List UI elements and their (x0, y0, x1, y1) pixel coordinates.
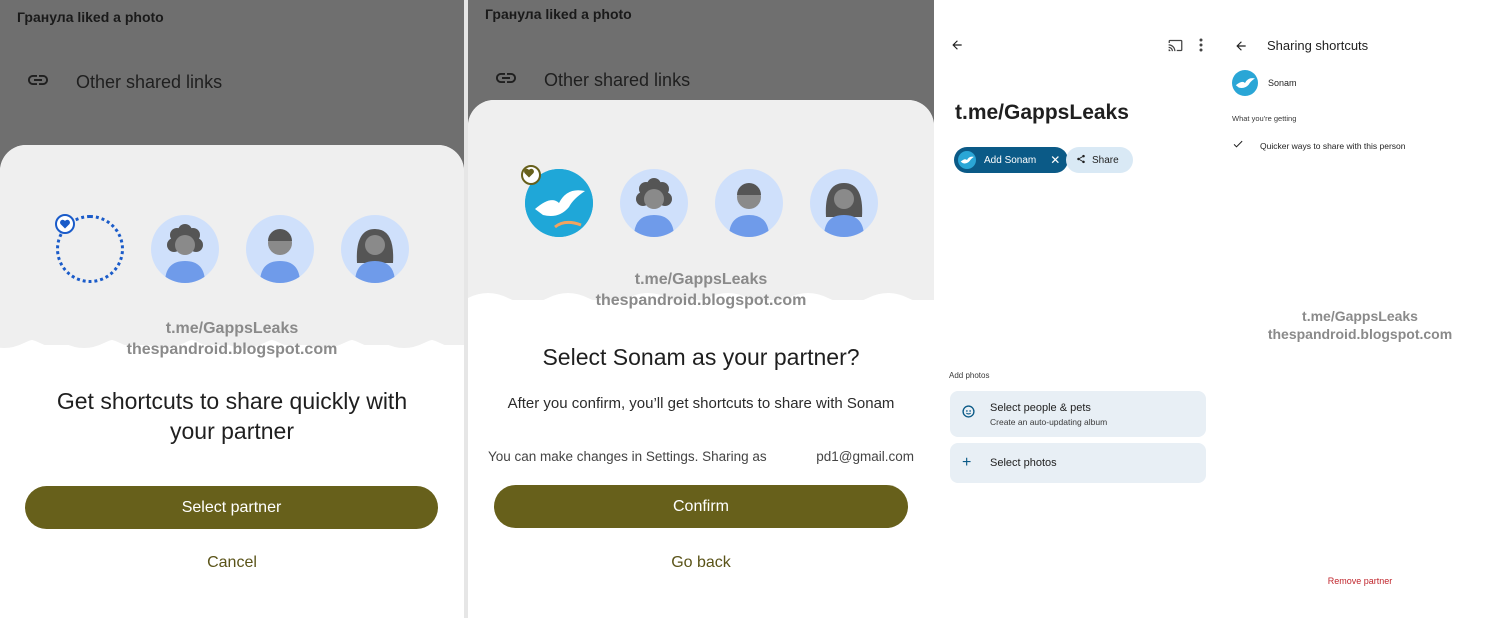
screen-get-shortcuts: Гранула liked a photo Other shared links (0, 0, 464, 618)
close-icon[interactable]: ✕ (1050, 153, 1060, 167)
share-icon (1076, 154, 1086, 167)
bottom-sheet: t.me/GappsLeaks thespandroid.blogspot.co… (0, 145, 464, 618)
partner-avatars (468, 165, 934, 237)
check-icon (1232, 137, 1244, 155)
benefit-row: Quicker ways to share with this person (1232, 137, 1406, 155)
share-label: Share (1092, 154, 1119, 166)
watermark-line-1: t.me/GappsLeaks (1302, 308, 1418, 324)
what-youre-getting-label: What you're getting (1232, 114, 1297, 123)
benefit-text: Quicker ways to share with this person (1260, 141, 1406, 151)
confirm-button[interactable]: Confirm (494, 485, 908, 528)
watermark: t.me/GappsLeaks thespandroid.blogspot.co… (0, 318, 464, 360)
heart-icon (520, 165, 541, 185)
watermark: t.me/GappsLeaks thespandroid.blogspot.co… (468, 269, 934, 311)
back-arrow-icon[interactable] (1232, 37, 1250, 55)
partner-name: Sonam (1268, 78, 1297, 88)
screen-sharing-shortcuts: Sharing shortcuts Sonam What you're gett… (1220, 0, 1500, 618)
account-email: pd1@gmail.com (816, 449, 914, 464)
add-sonam-chip[interactable]: Add Sonam ✕ (954, 147, 1069, 173)
shared-links-row: Other shared links (494, 66, 690, 95)
option-title: Select people & pets (990, 401, 1091, 414)
shared-links-label: Other shared links (76, 72, 223, 92)
avatar-curly-hair (150, 215, 219, 283)
empty-partner-slot[interactable] (54, 214, 124, 283)
link-icon (494, 66, 518, 95)
sheet-title: Get shortcuts to share quickly with your… (56, 388, 408, 444)
sonam-avatar (1232, 70, 1258, 96)
option-text: Select photos (990, 457, 1057, 469)
screen-album: t.me/GappsLeaks Add Sonam ✕ Share Add ph… (934, 0, 1220, 618)
add-sonam-label: Add Sonam (984, 154, 1037, 166)
remove-partner-button[interactable]: Remove partner (1220, 576, 1500, 586)
more-vert-icon[interactable] (1194, 37, 1208, 53)
option-title: Select photos (990, 457, 1057, 469)
select-partner-button[interactable]: Select partner (25, 486, 438, 529)
notification-text: Гранула liked a photo (17, 9, 164, 25)
watermark-line-2: thespandroid.blogspot.com (1267, 326, 1453, 342)
link-icon (26, 68, 50, 97)
album-title: t.me/GappsLeaks (955, 101, 1129, 124)
avatar-short-hair (245, 215, 314, 283)
avatar-sonam[interactable] (520, 165, 593, 237)
watermark-line-1: t.me/GappsLeaks (634, 271, 768, 288)
avatar-short-hair (714, 169, 783, 237)
screen-confirm-partner: Гранула liked a photo Other shared links (468, 0, 934, 618)
settings-note: You can make changes in Settings. Sharin… (488, 449, 767, 464)
shared-links-label: Other shared links (544, 70, 691, 90)
back-arrow-icon[interactable] (948, 36, 966, 54)
watermark-line-2: thespandroid.blogspot.com (126, 341, 338, 358)
sheet-title: Select Sonam as your partner? (542, 344, 860, 370)
share-chip[interactable]: Share (1066, 147, 1133, 173)
avatar-curly-hair (619, 169, 688, 237)
avatar-long-hair (809, 169, 878, 237)
watermark-line-1: t.me/GappsLeaks (165, 320, 299, 337)
page-title: Sharing shortcuts (1267, 38, 1369, 53)
go-back-button[interactable]: Go back (468, 554, 934, 572)
sonam-avatar (958, 151, 976, 169)
option-text: Select people & pets Create an auto-upda… (990, 402, 1107, 427)
watermark-line-2: thespandroid.blogspot.com (595, 292, 807, 309)
cancel-button[interactable]: Cancel (0, 554, 464, 572)
partner-avatars (0, 214, 464, 283)
watermark: t.me/GappsLeaks thespandroid.blogspot.co… (1220, 307, 1500, 343)
add-photos-label: Add photos (949, 371, 990, 380)
shared-links-row: Other shared links (26, 68, 222, 97)
select-people-pets-option[interactable]: Select people & pets Create an auto-upda… (950, 391, 1206, 437)
avatar-long-hair (340, 215, 409, 283)
heart-icon (54, 214, 75, 234)
settings-note-row: You can make changes in Settings. Sharin… (488, 449, 914, 464)
option-subtitle: Create an auto-updating album (990, 416, 1108, 427)
bottom-sheet: t.me/GappsLeaks thespandroid.blogspot.co… (468, 100, 934, 618)
face-icon (962, 405, 976, 423)
notification-text: Гранула liked a photo (485, 6, 632, 22)
select-photos-option[interactable]: + Select photos (950, 443, 1206, 483)
partner-row: Sonam (1232, 70, 1297, 96)
sheet-subtitle: After you confirm, you’ll get shortcuts … (507, 395, 895, 412)
plus-icon: + (962, 454, 972, 471)
cast-icon[interactable] (1166, 37, 1184, 53)
